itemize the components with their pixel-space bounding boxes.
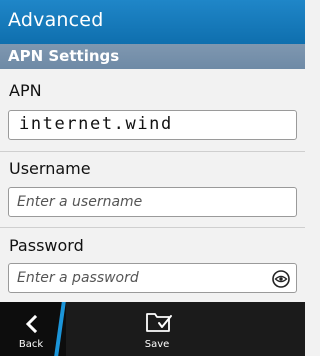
page-title-bar: Advanced bbox=[0, 0, 305, 44]
password-field[interactable]: Enter a password bbox=[8, 263, 297, 293]
apn-label: APN bbox=[9, 81, 42, 100]
apn-value: internet.wind bbox=[19, 114, 173, 134]
save-button[interactable]: Save bbox=[134, 302, 180, 356]
username-label: Username bbox=[9, 159, 91, 178]
username-field[interactable]: Enter a username bbox=[8, 187, 297, 217]
password-label: Password bbox=[9, 236, 84, 255]
section-header: APN Settings bbox=[0, 44, 305, 69]
divider bbox=[0, 227, 305, 228]
action-bar: Back Save bbox=[0, 302, 305, 356]
apn-field[interactable]: internet.wind bbox=[8, 110, 297, 140]
divider bbox=[0, 151, 305, 152]
section-title: APN Settings bbox=[8, 47, 120, 65]
save-icon bbox=[146, 313, 172, 332]
username-placeholder: Enter a username bbox=[17, 194, 143, 210]
settings-form: APN internet.wind Username Enter a usern… bbox=[0, 69, 305, 302]
password-placeholder: Enter a password bbox=[17, 270, 139, 286]
chevron-left-icon bbox=[25, 314, 38, 334]
eye-icon[interactable] bbox=[272, 270, 290, 288]
back-label: Back bbox=[18, 339, 44, 350]
save-label: Save bbox=[144, 339, 170, 350]
page-title: Advanced bbox=[8, 9, 104, 31]
